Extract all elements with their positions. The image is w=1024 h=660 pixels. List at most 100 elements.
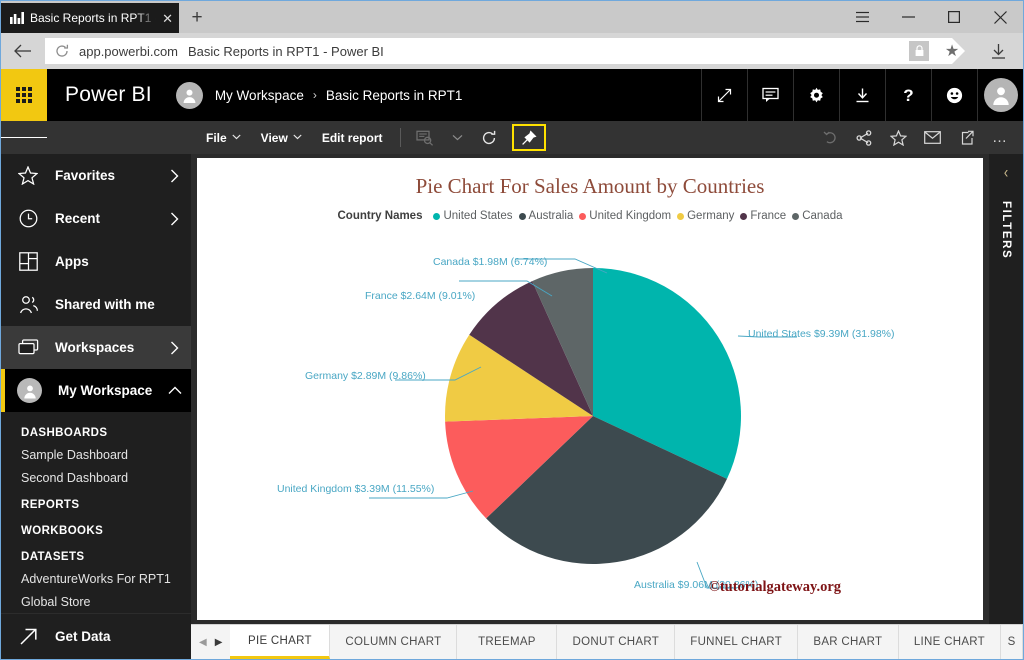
tab-next-partial[interactable]: S — [1001, 625, 1023, 659]
chevron-up-icon — [168, 386, 182, 395]
chevron-down-icon[interactable] — [442, 125, 472, 150]
sidebar-item-my-workspace[interactable]: My Workspace — [1, 369, 191, 412]
chevron-down-icon — [293, 133, 302, 142]
pie-chart-svg[interactable] — [197, 158, 983, 620]
list-item[interactable]: AdventureWorks For RPT1 — [1, 568, 191, 591]
data-label-canada: Canada $1.98M (6.74%) — [433, 256, 547, 268]
file-menu-label: File — [206, 131, 227, 145]
breadcrumb-workspace[interactable]: My Workspace — [215, 88, 304, 103]
sidebar-item-apps[interactable]: Apps — [1, 240, 191, 283]
list-item[interactable]: Global Store — [1, 591, 191, 614]
share-nodes-icon[interactable] — [849, 125, 879, 150]
list-item[interactable]: Second Dashboard — [1, 467, 191, 490]
chevron-right-icon — [170, 341, 179, 355]
undo-icon[interactable] — [815, 125, 845, 150]
tab-funnel-chart[interactable]: FUNNEL CHART — [675, 625, 798, 659]
help-icon[interactable]: ? — [885, 69, 931, 121]
apps-icon — [17, 252, 39, 271]
data-label-germany: Germany $2.89M (9.86%) — [305, 370, 426, 382]
chevron-right-icon — [170, 212, 179, 226]
breadcrumb: My Workspace › Basic Reports in RPT1 — [215, 88, 463, 103]
refresh-icon[interactable] — [474, 125, 504, 150]
page-tab-arrows: ◀ ▶ — [191, 625, 230, 659]
sidebar-item-favorites[interactable]: Favorites — [1, 154, 191, 197]
tab-donut-chart[interactable]: DONUT CHART — [557, 625, 675, 659]
browser-menu-icon[interactable] — [839, 1, 885, 33]
sidebar-item-shared-with-me[interactable]: Shared with me — [1, 283, 191, 326]
command-divider — [400, 128, 401, 147]
command-group: File View Edit report — [197, 124, 546, 151]
address-host: app.powerbi.com — [79, 44, 178, 59]
downloads-icon[interactable] — [973, 33, 1023, 69]
user-avatar[interactable] — [977, 69, 1023, 121]
sidebar-label: Workspaces — [55, 340, 154, 355]
chevron-left-icon[interactable]: ‹ — [1004, 162, 1008, 182]
breadcrumb-report[interactable]: Basic Reports in RPT1 — [326, 88, 463, 103]
chevron-right-icon — [170, 169, 179, 183]
menu-icon[interactable] — [1, 121, 47, 154]
data-label-united-states: United States $9.39M (31.98%) — [748, 328, 895, 340]
comment-icon[interactable] — [747, 69, 793, 121]
filters-panel-rail[interactable]: ‹ FILTERS — [989, 154, 1023, 624]
maximize-icon[interactable] — [931, 1, 977, 33]
app-launcher-icon[interactable] — [1, 69, 47, 121]
explore-icon[interactable] — [410, 125, 440, 150]
download-icon[interactable] — [839, 69, 885, 121]
address-bar[interactable]: app.powerbi.com Basic Reports in RPT1 - … — [45, 38, 965, 64]
workspace-avatar — [176, 82, 203, 109]
sidebar-item-recent[interactable]: Recent — [1, 197, 191, 240]
get-data-button[interactable]: Get Data — [1, 613, 191, 659]
page-tabs-next-icon[interactable]: ▶ — [215, 637, 223, 648]
bar-chart-icon — [10, 12, 24, 24]
gear-icon[interactable] — [793, 69, 839, 121]
data-label-united-kingdom: United Kingdom $3.39M (11.55%) — [277, 483, 434, 495]
sidebar-item-workspaces[interactable]: Workspaces — [1, 326, 191, 369]
workspace-group-datasets: DATASETS — [1, 542, 191, 568]
close-tab-icon[interactable]: ✕ — [162, 12, 173, 25]
tab-pie-chart[interactable]: PIE CHART — [230, 625, 330, 659]
sidebar-label: Favorites — [55, 168, 154, 183]
view-menu[interactable]: View — [252, 128, 311, 148]
command-bar-right: … — [815, 125, 1023, 150]
breadcrumb-separator-icon: › — [313, 88, 317, 102]
tab-column-chart[interactable]: COLUMN CHART — [330, 625, 457, 659]
edit-report-button[interactable]: Edit report — [313, 128, 392, 148]
sidebar-label: Shared with me — [55, 297, 179, 312]
bookmark-star-icon[interactable]: ★ — [939, 41, 965, 61]
browser-tab[interactable]: Basic Reports in RPT1 - Po ✕ — [1, 3, 179, 33]
close-window-icon[interactable] — [977, 1, 1023, 33]
new-tab-button[interactable]: + — [179, 3, 215, 33]
lock-icon[interactable] — [909, 41, 929, 61]
back-button-icon[interactable] — [1, 33, 45, 69]
mail-icon[interactable] — [917, 125, 947, 150]
powerbi-command-bar: File View Edit report — [1, 121, 1023, 154]
tab-line-chart[interactable]: LINE CHART — [899, 625, 1002, 659]
pin-icon[interactable] — [512, 124, 546, 151]
browser-tab-title: Basic Reports in RPT1 - Po — [30, 11, 156, 25]
minimize-icon[interactable] — [885, 1, 931, 33]
workspace-group-reports: REPORTS — [1, 490, 191, 516]
reload-icon[interactable] — [55, 44, 69, 58]
list-item[interactable]: Sample Dashboard — [1, 444, 191, 467]
smiley-icon[interactable] — [931, 69, 977, 121]
more-options-icon[interactable]: … — [985, 125, 1015, 150]
people-icon — [17, 295, 39, 314]
filters-label: FILTERS — [1000, 201, 1012, 259]
pie-chart[interactable]: Canada $1.98M (6.74%) France $2.64M (9.0… — [197, 158, 983, 620]
sidebar-label: My Workspace — [58, 383, 152, 398]
left-navigation: Favorites Recent — [1, 154, 191, 659]
tab-bar-chart[interactable]: BAR CHART — [798, 625, 899, 659]
tab-treemap[interactable]: TREEMAP — [457, 625, 557, 659]
data-label-france: France $2.64M (9.01%) — [365, 290, 475, 302]
file-menu[interactable]: File — [197, 128, 250, 148]
clock-icon — [17, 209, 39, 228]
report-page: Pie Chart For Sales Amount by Countries … — [197, 158, 983, 620]
share-arrow-icon[interactable] — [951, 125, 981, 150]
star-icon[interactable] — [883, 125, 913, 150]
page-tabs-prev-icon[interactable]: ◀ — [199, 637, 207, 648]
powerbi-brand[interactable]: Power BI — [65, 83, 152, 107]
arrow-up-right-icon — [17, 627, 39, 646]
sidebar-label: Recent — [55, 211, 154, 226]
workspace-group-workbooks: WORKBOOKS — [1, 516, 191, 542]
fullscreen-icon[interactable] — [701, 69, 747, 121]
